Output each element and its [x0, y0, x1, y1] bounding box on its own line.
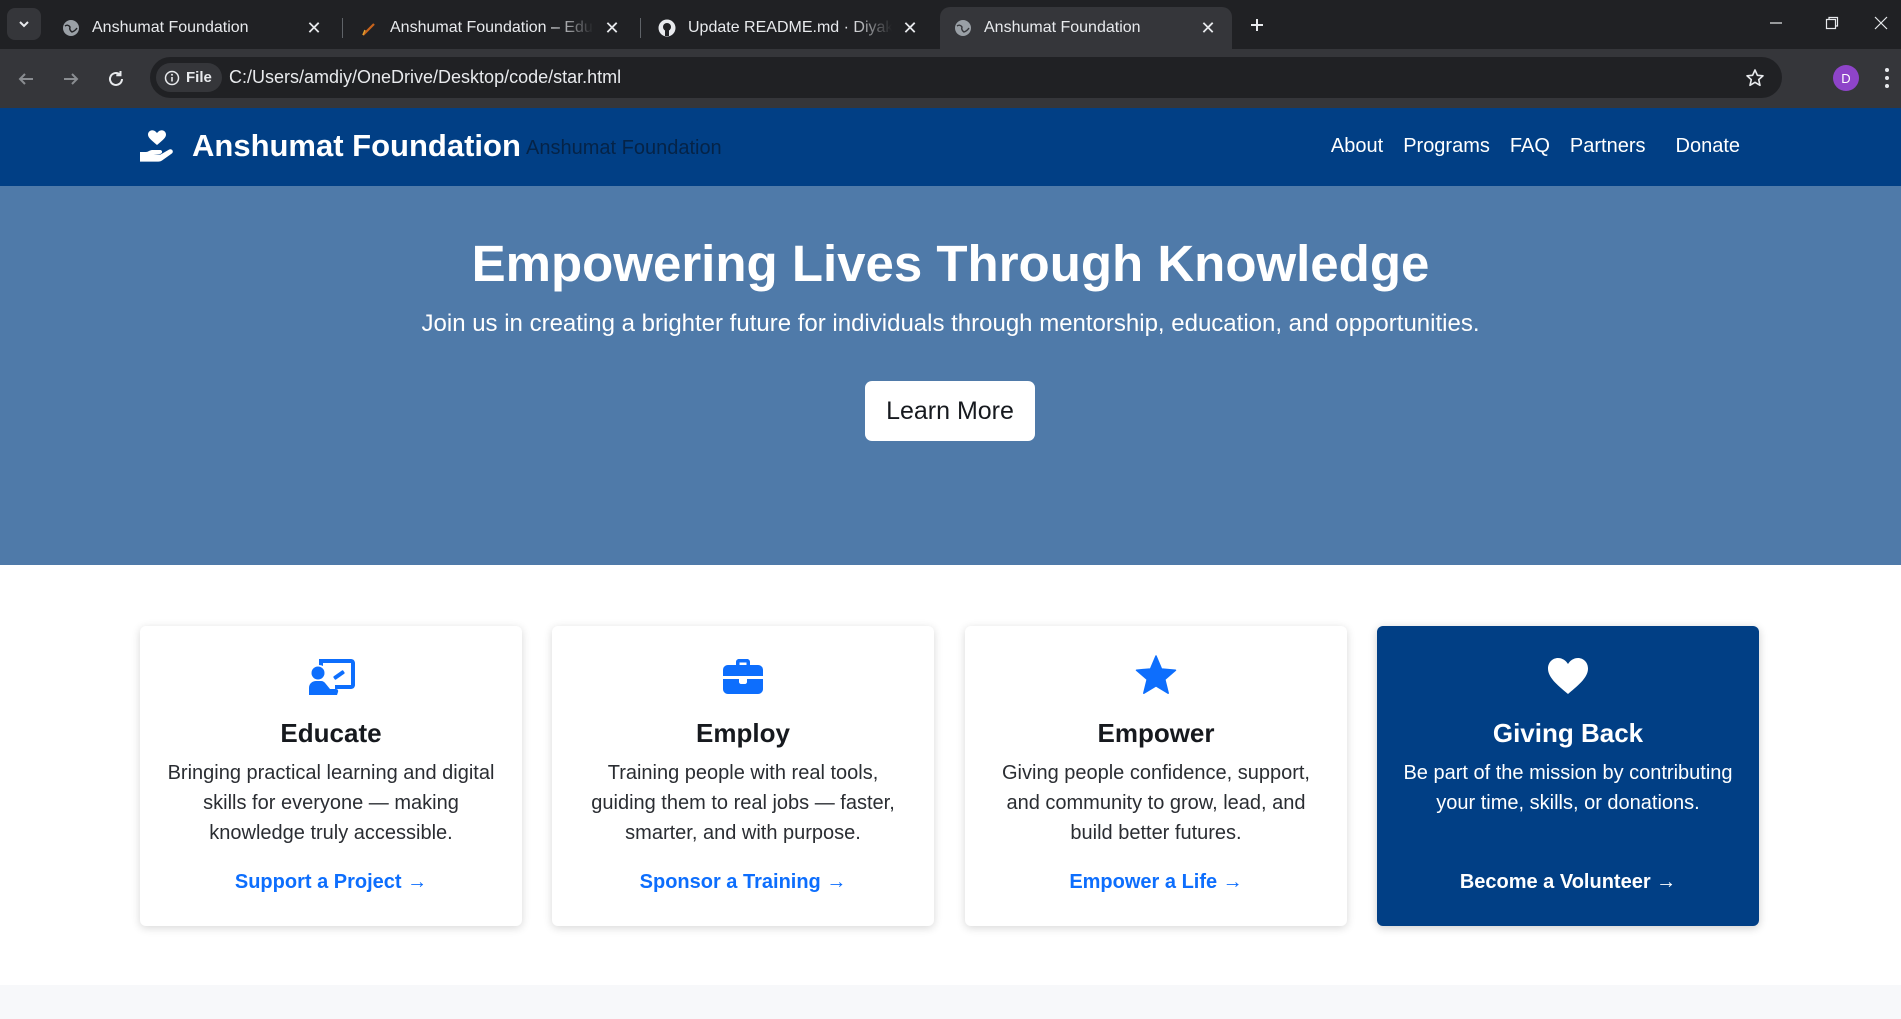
minimize-button[interactable] — [1748, 0, 1804, 46]
tab-title: Update README.md · Diyakshir — [688, 19, 892, 36]
globe-icon — [62, 19, 80, 37]
hand-holding-heart-icon — [140, 130, 173, 162]
minimize-icon — [1770, 22, 1782, 24]
briefcase-icon — [552, 654, 934, 698]
arrow-right-icon — [64, 73, 79, 85]
browser-tab[interactable]: Anshumat Foundation ✕ — [48, 7, 338, 49]
site-info-chip[interactable]: File — [156, 63, 222, 92]
tab-separator — [342, 18, 343, 38]
forward-button[interactable] — [55, 63, 87, 95]
browser-tab[interactable]: Update README.md · Diyakshir ✕ — [644, 7, 934, 49]
browser-tab-active[interactable]: Anshumat Foundation ✕ — [940, 7, 1232, 49]
globe-icon — [954, 19, 972, 37]
nav-link-programs[interactable]: Programs — [1403, 135, 1490, 158]
card-educate: Educate Bringing practical learning and … — [140, 626, 522, 926]
close-icon[interactable]: ✕ — [602, 18, 622, 38]
chevron-down-icon — [19, 21, 29, 28]
card-title: Employ — [696, 718, 790, 748]
browser-toolbar: File C:/Users/amdiy/OneDrive/Desktop/cod… — [0, 49, 1901, 108]
close-icon[interactable]: ✕ — [304, 18, 324, 38]
url-text[interactable]: C:/Users/amdiy/OneDrive/Desktop/code/sta… — [229, 67, 621, 88]
tab-title: Anshumat Foundation — [92, 19, 249, 36]
browser-menu-icon[interactable] — [1880, 65, 1894, 91]
browser-tab[interactable]: Anshumat Foundation – Educat ✕ — [346, 7, 636, 49]
address-bar[interactable]: File C:/Users/amdiy/OneDrive/Desktop/cod… — [150, 57, 1782, 98]
brand-secondary-text: Anshumat Foundation — [526, 137, 722, 159]
programs-cards-section: Educate Bringing practical learning and … — [0, 565, 1901, 985]
restore-icon — [1825, 16, 1839, 30]
card-text: Training people with real tools, guiding… — [591, 762, 895, 844]
nav-link-donate[interactable]: Donate — [1676, 135, 1741, 158]
info-icon — [164, 70, 180, 86]
brand-name: Anshumat Foundation — [192, 128, 521, 163]
browser-tab-strip: Anshumat Foundation ✕ Anshumat Foundatio… — [0, 0, 1901, 49]
plus-icon — [1251, 19, 1263, 31]
empower-life-link[interactable]: Empower a Life → — [965, 871, 1347, 894]
back-button[interactable] — [10, 63, 42, 95]
file-chip-label: File — [186, 69, 212, 86]
card-employ: Employ Training people with real tools, … — [552, 626, 934, 926]
site-navbar: Anshumat Foundation Anshumat Foundation … — [0, 108, 1901, 186]
arrow-left-icon — [18, 73, 33, 85]
close-icon — [1874, 16, 1887, 30]
card-text: Bringing practical learning and digital … — [167, 762, 495, 844]
card-title: Giving Back — [1492, 718, 1644, 748]
become-volunteer-link[interactable]: Become a Volunteer → — [1377, 871, 1759, 894]
close-icon[interactable]: ✕ — [1198, 18, 1218, 38]
primary-nav: About Programs FAQ Partners Donate — [1311, 135, 1740, 158]
next-section-band — [0, 985, 1901, 1019]
profile-avatar[interactable]: D — [1833, 65, 1859, 91]
card-title: Educate — [280, 718, 382, 748]
hero-section: Empowering Lives Through Knowledge Join … — [0, 186, 1901, 565]
tab-separator — [640, 18, 641, 38]
learn-more-button[interactable]: Learn More — [865, 381, 1035, 441]
github-icon — [658, 19, 676, 37]
bookmark-star-button[interactable] — [1742, 65, 1768, 91]
nav-link-faq[interactable]: FAQ — [1510, 135, 1550, 158]
star-outline-icon — [1746, 69, 1764, 87]
support-project-link[interactable]: Support a Project → — [140, 871, 522, 894]
nav-link-about[interactable]: About — [1331, 135, 1383, 158]
star-icon — [965, 654, 1347, 698]
reload-icon — [109, 71, 123, 86]
card-empower: Empower Giving people confidence, suppor… — [965, 626, 1347, 926]
reload-button[interactable] — [100, 63, 132, 95]
pen-icon — [360, 19, 378, 37]
sponsor-training-link[interactable]: Sponsor a Training → — [552, 871, 934, 894]
heart-icon — [1377, 654, 1759, 698]
card-giving-back: Giving Back Be part of the mission by co… — [1377, 626, 1759, 926]
hero-title: Empowering Lives Through Knowledge — [471, 235, 1430, 292]
nav-link-partners[interactable]: Partners — [1570, 135, 1646, 158]
person-chalkboard-icon — [140, 654, 522, 698]
card-text: Giving people confidence, support, and c… — [1002, 762, 1310, 844]
close-window-button[interactable] — [1860, 0, 1901, 46]
card-title: Empower — [1097, 718, 1215, 748]
restore-button[interactable] — [1804, 0, 1860, 46]
new-tab-button[interactable] — [1244, 12, 1270, 38]
tab-search-button[interactable] — [7, 8, 41, 40]
tab-title: Anshumat Foundation — [984, 19, 1141, 36]
hero-subtitle: Join us in creating a brighter future fo… — [421, 310, 1480, 337]
card-text: Be part of the mission by contributing y… — [1403, 762, 1733, 814]
close-icon[interactable]: ✕ — [900, 18, 920, 38]
brand-link[interactable]: Anshumat Foundation — [138, 128, 521, 164]
tab-title: Anshumat Foundation – Educat — [390, 19, 594, 36]
